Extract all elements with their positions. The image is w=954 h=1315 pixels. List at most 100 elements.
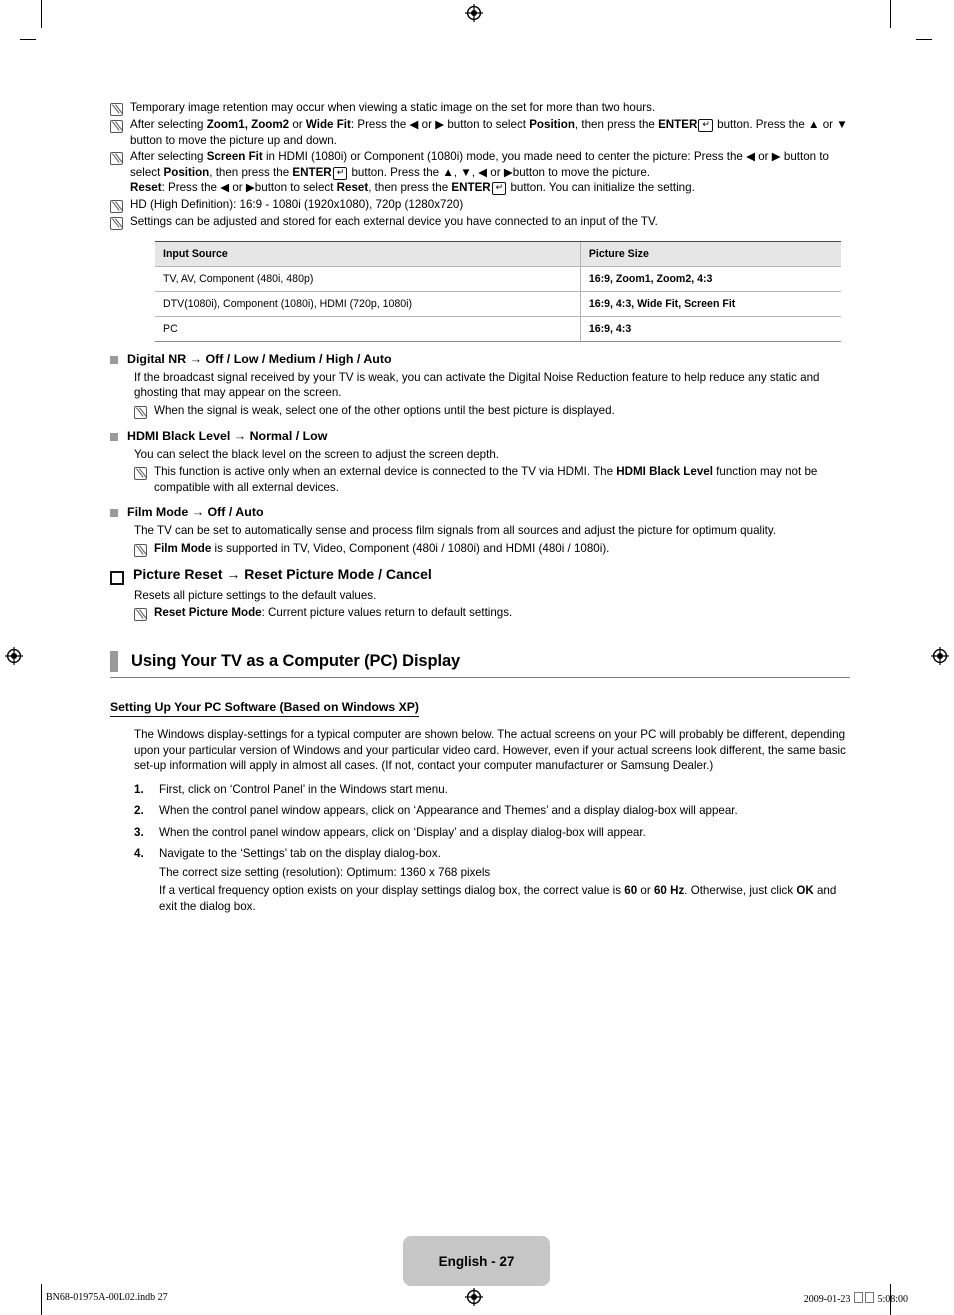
note-item: After selecting Zoom1, Zoom2 or Wide Fit… [110,117,850,148]
setting-block-hdmi-black-level: HDMI Black Level → Normal / Low You can s… [110,428,850,496]
registration-mark-right [931,647,949,665]
crop-mark-top-left-vertical [41,0,42,28]
table-cell-picture-size: 16:9, 4:3, Wide Fit, Screen Fit [579,291,841,317]
settings-list: Digital NR → Off / Low / Medium / High /… [110,351,850,621]
step-text: When the control panel window appears, c… [159,825,850,841]
step-line: First, click on ‘Control Panel’ in the W… [159,782,448,796]
note-text: After selecting Screen Fit in HDMI (1080… [130,150,829,195]
note-item: Settings can be adjusted and stored for … [110,214,850,230]
note-memo-icon [134,405,147,419]
note-text: After selecting Zoom1, Zoom2 or Wide Fit… [130,118,848,147]
setup-steps-list: 1. First, click on ‘Control Panel’ in the… [110,782,850,915]
step-item: 4. Navigate to the ‘Settings’ tab on the … [110,846,850,914]
note-memo-icon [110,216,123,230]
top-notes-list: Temporary image retention may occur when… [110,100,850,230]
setting-heading-row: HDMI Black Level → Normal / Low [110,428,850,444]
step-item: 2. When the control panel window appears,… [110,803,850,819]
note-text: This function is active only when an ext… [154,465,818,494]
step-line: The correct size setting (resolution): O… [159,865,491,879]
note-item: HD (High Definition): 16:9 - 1080i (1920… [110,197,850,213]
crop-mark-top-right-horizontal [916,39,932,40]
footer-time: 5:08:00 [877,1294,908,1305]
table-cell-input-source: TV, AV, Component (480i, 480p) [155,266,581,292]
crop-mark-top-left-horizontal [20,39,36,40]
setting-heading-row: Picture Reset → Reset Picture Mode / Can… [110,566,850,585]
note-item: Reset Picture Mode: Current picture valu… [134,605,850,621]
table-body: TV, AV, Component (480i, 480p) 16:9, Zoom… [155,266,841,342]
picture-size-table: Input Source Picture Size TV, AV, Compon… [155,240,841,342]
step-item: 1. First, click on ‘Control Panel’ in the… [110,782,850,798]
note-item: Temporary image retention may occur when… [110,100,850,116]
note-item: After selecting Screen Fit in HDMI (1080… [110,149,850,196]
table-cell-picture-size: 16:9, 4:3 [579,316,841,342]
table-row: PC 16:9, 4:3 [155,316,841,342]
note-item: Film Mode is supported in TV, Video, Com… [134,541,850,557]
section-accent-bar [110,651,118,672]
setting-heading: Picture Reset → Reset Picture Mode / Can… [133,565,432,582]
note-text: HD (High Definition): 16:9 - 1080i (1920… [130,197,464,211]
page-number-label: English - 27 [438,1253,515,1269]
note-text: Film Mode is supported in TV, Video, Com… [154,541,610,555]
note-text: Settings can be adjusted and stored for … [130,214,658,228]
note-item: When the signal is weak, select one of t… [134,403,850,419]
note-text: Temporary image retention may occur when… [130,101,656,114]
setting-heading-row: Film Mode → Off / Auto [110,504,850,520]
page-content: Temporary image retention may occur when… [110,100,850,914]
section-intro-paragraph: The Windows display-settings for a typic… [134,728,846,772]
footer-date: 2009-01-23 [803,1294,851,1305]
registration-mark-left [5,647,23,665]
step-line: If a vertical frequency option exists on… [159,884,837,913]
setting-body: The TV can be set to automatically sense… [134,524,777,537]
step-text: When the control panel window appears, c… [159,803,850,819]
registration-mark-bottom [465,1288,483,1306]
hollow-square-bullet-icon [110,570,124,585]
note-memo-icon [134,467,147,480]
registration-mark-top [465,4,483,22]
table-header-picture-size: Picture Size [579,240,841,267]
note-memo-icon [110,152,123,165]
setting-block-digital-nr: Digital NR → Off / Low / Medium / High /… [110,351,850,419]
setting-heading: Digital NR → Off / Low / Medium / High /… [127,351,392,366]
step-line: When the control panel window appears, c… [159,804,738,817]
step-item: 3. When the control panel window appears,… [110,825,850,841]
crop-mark-bottom-left-vertical [41,1284,42,1315]
note-memo-icon [134,608,147,621]
note-memo-icon [110,103,123,116]
square-bullet-icon [110,432,118,441]
step-number: 4. [134,847,144,860]
table-header-input-source: Input Source [155,240,581,267]
setting-body: Resets all picture settings to the defau… [134,588,377,602]
crop-mark-top-right-vertical [890,0,891,28]
table-cell-input-source: PC [155,316,581,342]
note-text: Reset Picture Mode: Current picture valu… [154,606,513,619]
step-line: Navigate to the ‘Settings’ tab on the di… [159,847,441,860]
note-memo-icon [134,543,147,557]
setting-heading-row: Digital NR → Off / Low / Medium / High /… [110,351,850,367]
setting-heading: HDMI Black Level → Normal / Low [127,428,328,443]
setting-block-picture-reset: Picture Reset → Reset Picture Mode / Can… [110,566,850,621]
setting-body: If the broadcast signal received by your… [134,370,820,400]
sub-heading-pc-software: Setting Up Your PC Software (Based on Wi… [110,700,419,717]
setting-body: You can select the black level on the sc… [134,447,500,461]
table-cell-picture-size: 16:9, Zoom1, Zoom2, 4:3 [579,266,841,292]
note-text: When the signal is weak, select one of t… [154,403,615,417]
page-number-badge: English - 27 [403,1236,550,1286]
section-title: Using Your TV as a Computer (PC) Display [131,652,461,670]
table-header-row: Input Source Picture Size [155,240,841,267]
note-item: This function is active only when an ext… [134,464,850,495]
step-number: 1. [134,782,144,796]
step-number: 2. [134,804,144,817]
note-memo-icon [110,199,123,213]
square-bullet-icon [110,355,118,364]
square-bullet-icon [110,509,118,517]
footer-timestamp: 2009-01-23 5:08:00 [804,1292,908,1305]
step-text: First, click on ‘Control Panel’ in the W… [159,782,850,798]
step-line: When the control panel window appears, c… [159,825,646,839]
section-header-pc-display: Using Your TV as a Computer (PC) Display [110,651,850,678]
step-text: Navigate to the ‘Settings’ tab on the di… [159,846,850,914]
table-cell-input-source: DTV(1080i), Component (1080i), HDMI (720… [155,291,581,317]
setting-block-film-mode: Film Mode → Off / Auto The TV can be set … [110,504,850,557]
setting-heading: Film Mode → Off / Auto [127,505,264,519]
footer-file-reference: BN68-01975A-00L02.indb 27 [46,1292,168,1303]
table-row: TV, AV, Component (480i, 480p) 16:9, Zoom… [155,266,841,292]
